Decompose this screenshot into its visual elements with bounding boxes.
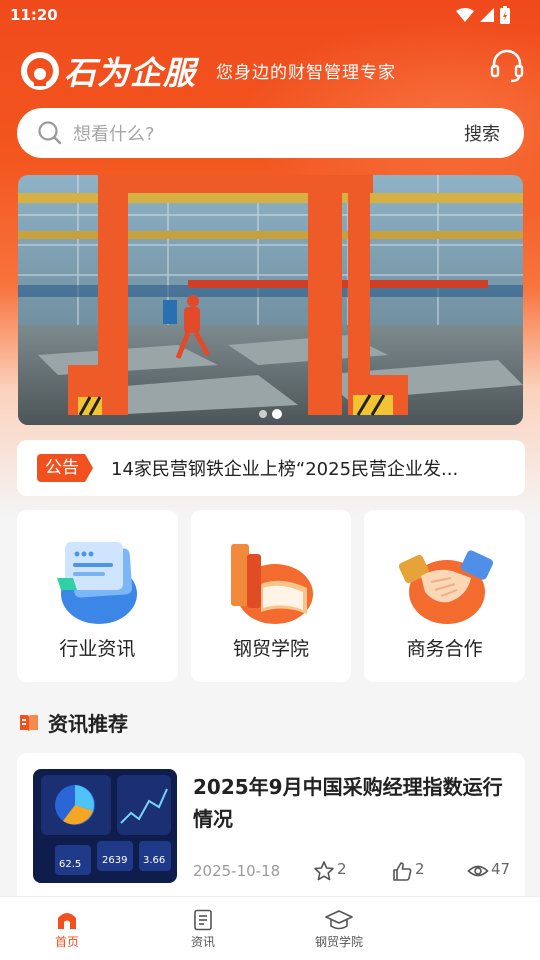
quick-link-industry-news[interactable]: 行业资讯 bbox=[17, 510, 178, 682]
thumbs-up-icon bbox=[393, 862, 412, 881]
tab-news[interactable]: 资讯 bbox=[148, 909, 258, 950]
books-icon bbox=[231, 544, 313, 624]
carousel-dot-active[interactable] bbox=[272, 409, 282, 419]
search-button[interactable]: 搜索 bbox=[464, 120, 500, 146]
search-bar[interactable]: 想看什么? 搜索 bbox=[17, 108, 524, 158]
favorite-count: 2 bbox=[337, 860, 347, 878]
quick-links: 行业资讯 钢贸学院 商务合作 bbox=[17, 510, 526, 682]
tab-label: 钢贸学院 bbox=[314, 935, 363, 949]
wifi-icon bbox=[456, 8, 474, 22]
section-title: 资讯推荐 bbox=[48, 712, 128, 736]
quick-link-label: 钢贸学院 bbox=[233, 638, 310, 660]
graduation-cap-icon bbox=[325, 910, 353, 930]
quick-link-label: 商务合作 bbox=[406, 638, 483, 660]
app-header: 石为企服 您身边的财智管理专家 bbox=[20, 46, 525, 92]
status-bar: 11:20 bbox=[0, 0, 540, 32]
home-page: 11:20 石为企服 您身边的财智管理专家 想看什么? 搜索 公告 14家民营钢… bbox=[0, 0, 540, 960]
tab-home[interactable]: 首页 bbox=[12, 909, 122, 950]
tab-label: 资讯 bbox=[190, 935, 215, 949]
like-stat[interactable]: 2 bbox=[391, 860, 425, 882]
article-date: 2025-10-18 bbox=[193, 862, 281, 880]
announcement-bar[interactable]: 公告 14家民营钢铁企业上榜“2025民营企业发... bbox=[17, 440, 525, 496]
banner-image bbox=[18, 175, 523, 425]
view-stat: 47 bbox=[467, 860, 510, 882]
article-title[interactable]: 2025年9月中国采购经理指数运行情况 bbox=[193, 771, 513, 835]
tab-label: 首页 bbox=[54, 935, 79, 949]
banner-carousel[interactable] bbox=[18, 175, 523, 425]
search-icon bbox=[38, 121, 62, 145]
bottom-tab-bar: 首页 资讯 钢贸学院 bbox=[0, 896, 540, 960]
article-meta: 2025-10-18 2 2 47 bbox=[193, 858, 511, 886]
carousel-indicators bbox=[18, 409, 523, 419]
carousel-dot[interactable] bbox=[259, 410, 267, 418]
thumb-figure: 62.5 bbox=[59, 859, 81, 870]
quick-link-business-cooperation[interactable]: 商务合作 bbox=[364, 510, 526, 682]
status-icons bbox=[456, 6, 510, 24]
quick-link-label: 行业资讯 bbox=[59, 638, 136, 660]
logo-mark-icon bbox=[21, 52, 59, 90]
brand-logo: 石为企服 bbox=[20, 48, 196, 94]
star-icon bbox=[314, 861, 334, 881]
like-count: 2 bbox=[415, 860, 425, 878]
article-card[interactable]: 62.5 2639 3.66 2025年9月中国采购经理指数运行情况 2025-… bbox=[17, 753, 525, 903]
open-book-icon bbox=[20, 714, 38, 732]
signal-icon bbox=[480, 8, 494, 22]
status-time: 11:20 bbox=[10, 6, 58, 24]
article-thumbnail: 62.5 2639 3.66 bbox=[33, 769, 177, 883]
battery-icon bbox=[500, 6, 510, 24]
favorite-stat[interactable]: 2 bbox=[313, 860, 347, 882]
quick-link-steel-academy[interactable]: 钢贸学院 bbox=[190, 510, 352, 682]
handshake-icon bbox=[398, 550, 493, 624]
home-icon bbox=[58, 913, 76, 929]
section-header-recommend: 资讯推荐 bbox=[18, 708, 128, 737]
document-icon bbox=[194, 909, 212, 931]
thumb-figure: 2639 bbox=[102, 855, 127, 866]
headset-icon[interactable] bbox=[489, 48, 525, 84]
eye-icon bbox=[467, 865, 489, 877]
announcement-text[interactable]: 14家民营钢铁企业上榜“2025民营企业发... bbox=[111, 455, 471, 481]
brand-tagline: 您身边的财智管理专家 bbox=[216, 63, 396, 83]
thumb-figure: 3.66 bbox=[143, 855, 165, 866]
announcement-tag: 公告 bbox=[37, 454, 93, 482]
tab-academy[interactable]: 钢贸学院 bbox=[284, 909, 394, 950]
brand-name: 石为企服 bbox=[64, 54, 197, 92]
view-count: 47 bbox=[491, 860, 511, 878]
search-input[interactable]: 想看什么? bbox=[73, 120, 464, 146]
news-document-icon bbox=[57, 542, 138, 624]
